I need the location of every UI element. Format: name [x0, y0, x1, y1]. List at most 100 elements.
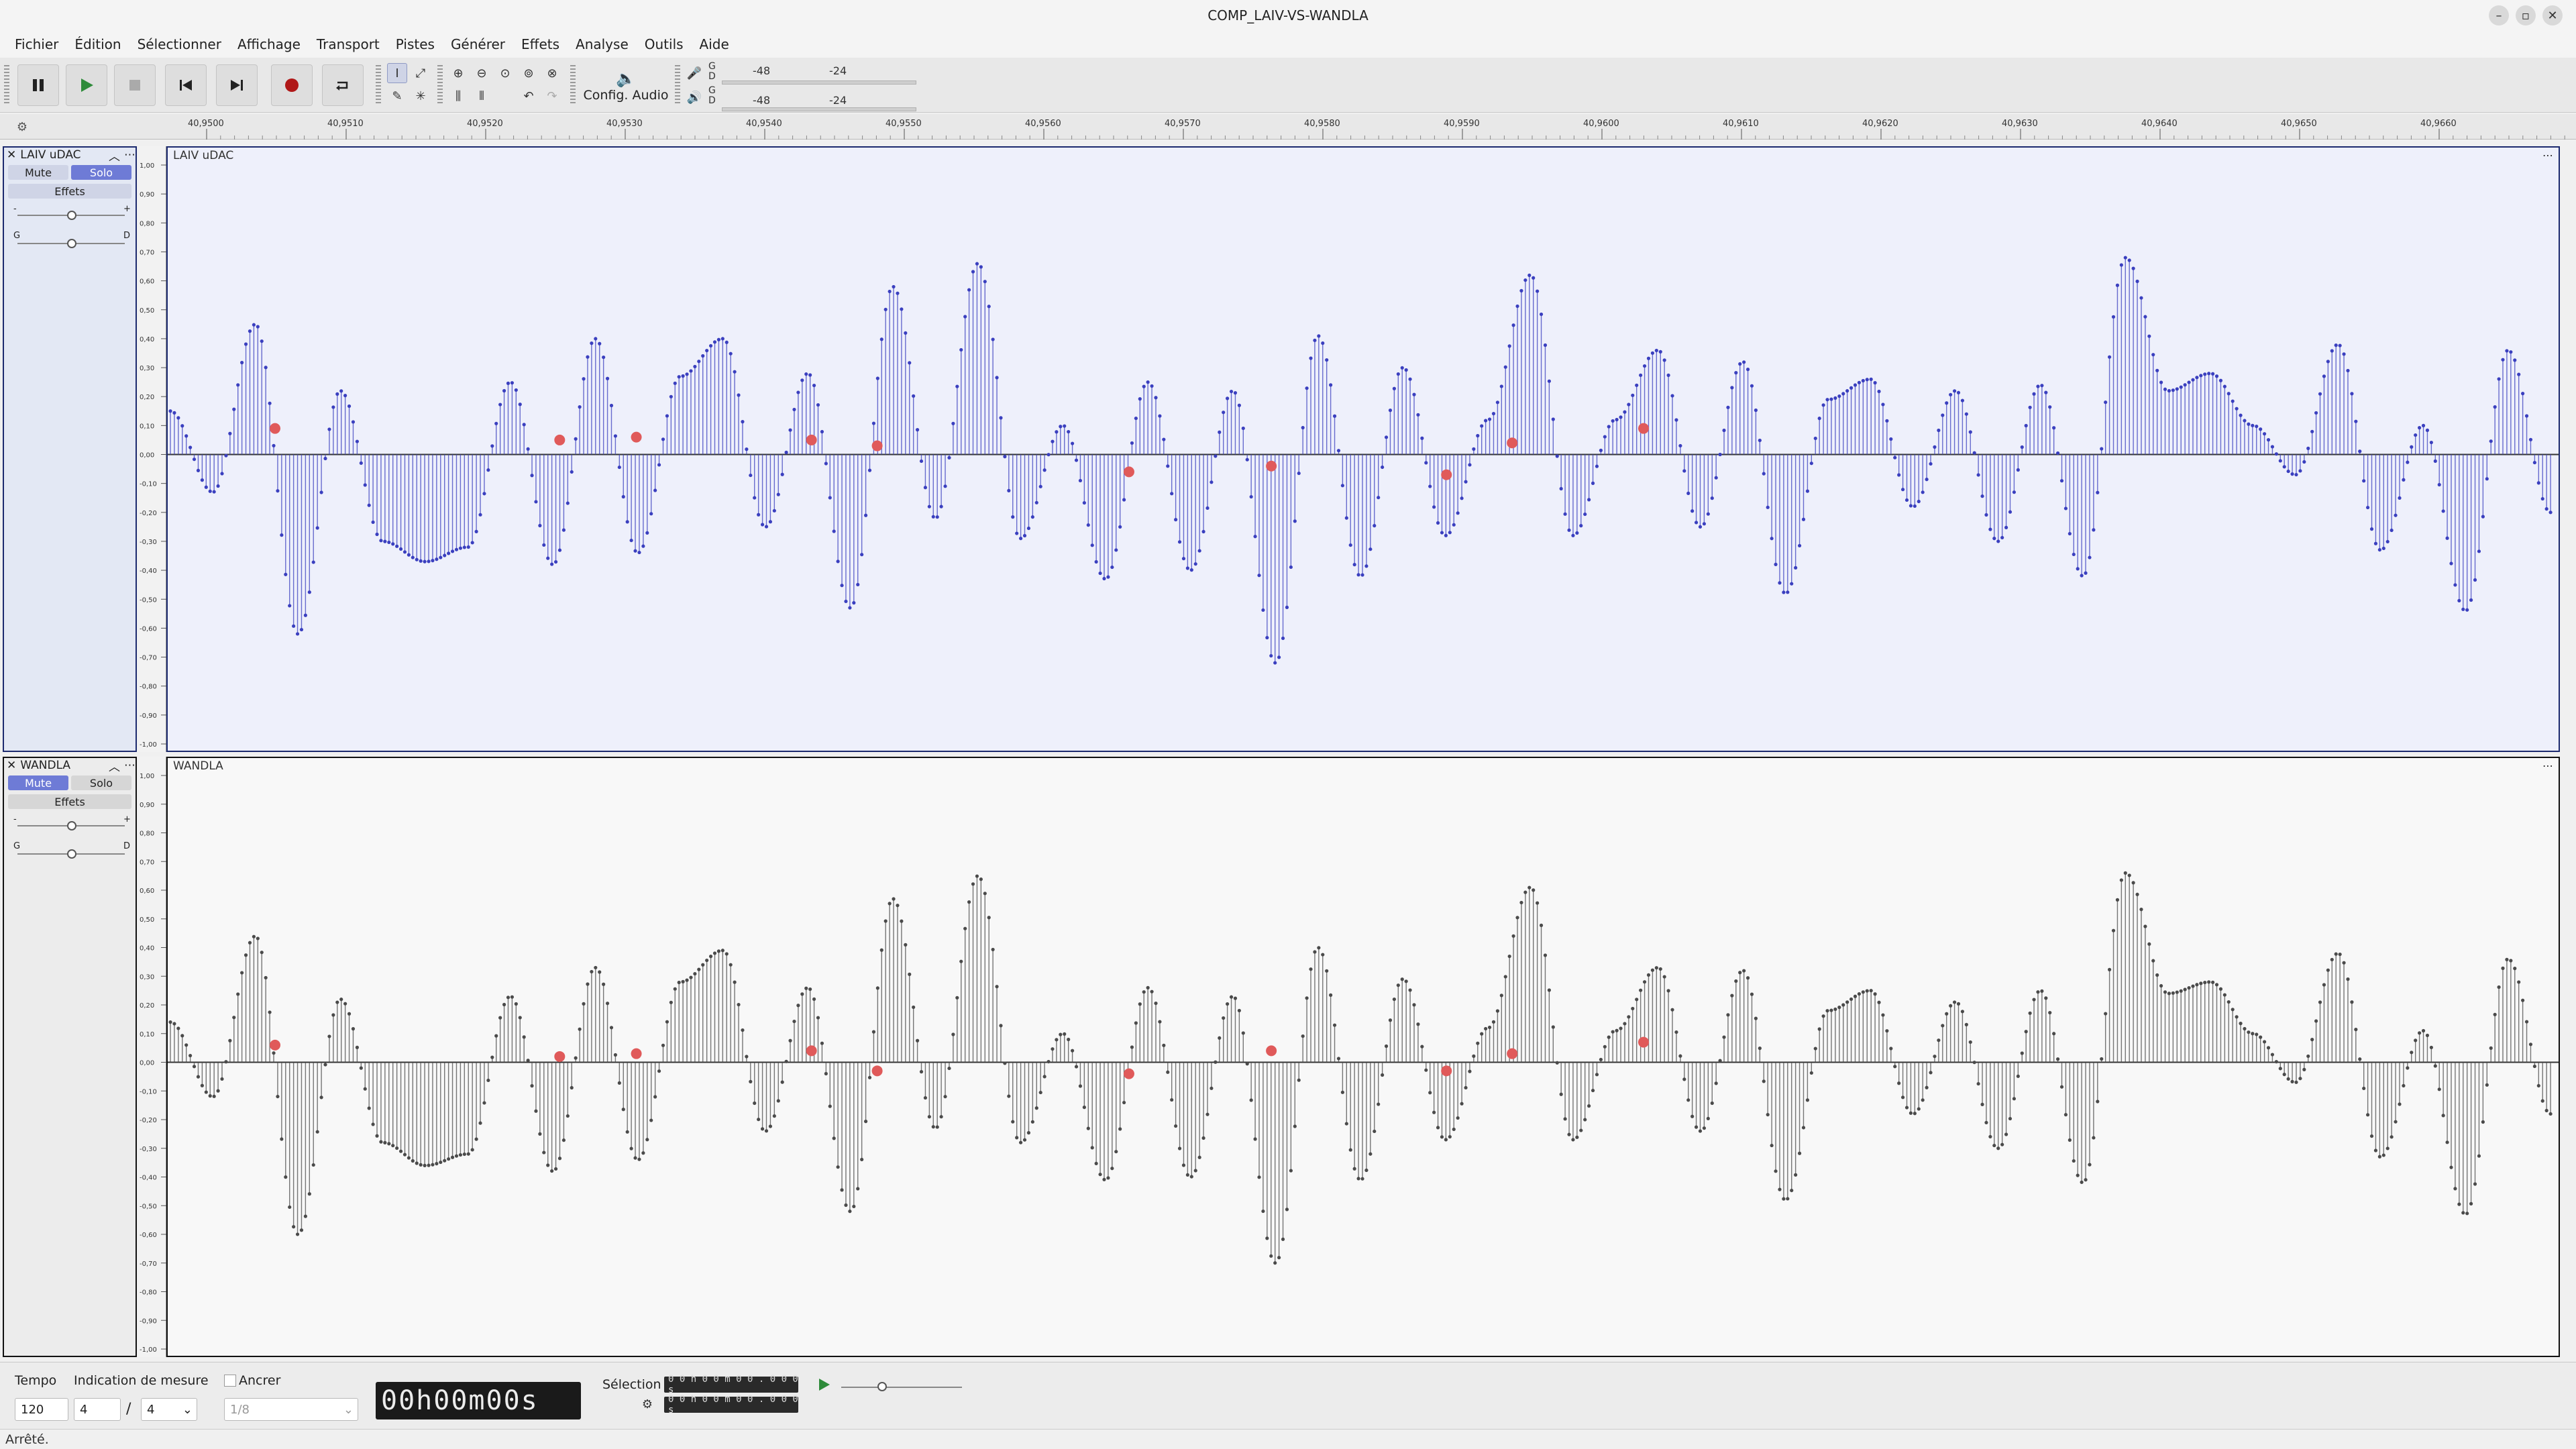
solo-button[interactable]: Solo — [71, 775, 131, 790]
toolbar-grip[interactable] — [4, 65, 9, 105]
play-at-speed-icon[interactable] — [816, 1377, 832, 1393]
selection-start[interactable]: 0 0 h 0 0 m 0 0 . 0 0 0 s — [664, 1374, 798, 1395]
microphone-icon[interactable]: 🎤 — [684, 63, 704, 83]
track-options-icon[interactable]: ⋯ — [2542, 759, 2553, 772]
marker-point[interactable] — [270, 423, 280, 434]
pan-slider-thumb[interactable] — [67, 849, 76, 859]
skip-end-button[interactable] — [216, 64, 258, 106]
marker-point[interactable] — [806, 434, 817, 445]
solo-button[interactable]: Solo — [71, 165, 131, 180]
zoom-in-icon[interactable]: ⊕ — [448, 63, 468, 83]
menu-generer[interactable]: Générer — [443, 36, 513, 52]
pause-button[interactable] — [17, 64, 59, 106]
marker-point[interactable] — [871, 1065, 883, 1077]
menu-aide[interactable]: Aide — [692, 36, 737, 52]
time-display[interactable]: 00h00m00s — [376, 1382, 581, 1419]
marker-point[interactable] — [1507, 1048, 1518, 1059]
track-control-panel[interactable]: ✕ WANDLA ︿ ⋯ Mute Solo Effets - + G D — [3, 757, 137, 1357]
close-icon[interactable]: ✕ — [2542, 5, 2563, 25]
marker-point[interactable] — [806, 1045, 817, 1057]
track-control-panel[interactable]: ✕ LAIV uDAC ︿ ⋯ Mute Solo Effets - + G D — [3, 146, 137, 752]
track-name[interactable]: LAIV uDAC — [20, 148, 105, 162]
redo-icon[interactable]: ↷ — [542, 86, 562, 106]
draw-tool-icon[interactable]: ✎ — [387, 86, 407, 106]
undo-icon[interactable]: ↶ — [519, 86, 539, 106]
config-audio-button[interactable]: 🔈 Config. Audio — [581, 62, 671, 110]
track-options-icon[interactable]: ⋯ — [2542, 149, 2553, 162]
mute-button[interactable]: Mute — [8, 165, 68, 180]
marker-point[interactable] — [871, 440, 883, 451]
zoom-sel-icon[interactable]: ⊙ — [495, 63, 515, 83]
menu-edition[interactable]: Édition — [66, 36, 129, 52]
stop-button[interactable] — [114, 64, 156, 106]
marker-point[interactable] — [631, 431, 642, 443]
marker-point[interactable] — [631, 1048, 642, 1059]
zoom-toggle-icon[interactable]: ⊗ — [542, 63, 562, 83]
marker-point[interactable] — [1123, 1068, 1134, 1079]
envelope-tool-icon[interactable]: ⤢ — [411, 63, 431, 83]
edit-grip[interactable] — [437, 65, 443, 105]
zoom-fit-icon[interactable]: ⊚ — [519, 63, 539, 83]
multi-tool-icon[interactable]: ✳ — [411, 86, 431, 106]
trim-icon[interactable]: ⫼ — [448, 86, 468, 106]
track-menu-icon[interactable]: ⋯ — [124, 759, 136, 772]
marker-point[interactable] — [270, 1039, 280, 1051]
minimize-icon[interactable]: – — [2489, 5, 2509, 25]
playback-speaker-icon[interactable]: 🔊 — [684, 87, 704, 107]
play-speed-thumb[interactable] — [877, 1382, 887, 1391]
loop-button[interactable] — [322, 64, 364, 106]
marker-point[interactable] — [1507, 437, 1518, 449]
effects-button[interactable]: Effets — [8, 184, 131, 199]
marker-point[interactable] — [1123, 466, 1134, 478]
track-close-icon[interactable]: ✕ — [7, 148, 16, 162]
silence-icon[interactable]: ⫴ — [472, 86, 492, 106]
meter-grip[interactable] — [675, 65, 680, 105]
marker-point[interactable] — [1638, 423, 1649, 434]
tempo-input[interactable]: 120 — [15, 1398, 68, 1421]
menu-fichier[interactable]: Fichier — [7, 36, 66, 52]
time-signature-top[interactable]: 4 — [74, 1398, 121, 1421]
selection-end[interactable]: 0 0 h 0 0 m 0 0 . 0 0 0 s — [664, 1394, 798, 1415]
play-button[interactable] — [66, 64, 107, 106]
menu-outils[interactable]: Outils — [637, 36, 692, 52]
snap-select[interactable]: 1/8 ⌄ — [224, 1398, 358, 1421]
waveform-area[interactable]: LAIV uDAC ⋯ — [166, 146, 2560, 752]
effects-button[interactable]: Effets — [8, 794, 131, 809]
waveform-plot[interactable] — [168, 758, 2559, 1356]
marker-point[interactable] — [1266, 460, 1277, 472]
record-meter[interactable] — [722, 80, 916, 85]
marker-point[interactable] — [1266, 1045, 1277, 1057]
track-collapse-icon[interactable]: ︿ — [109, 757, 120, 774]
track-menu-icon[interactable]: ⋯ — [124, 148, 136, 162]
marker-point[interactable] — [1441, 1065, 1452, 1077]
menu-affichage[interactable]: Affichage — [229, 36, 309, 52]
waveform-plot[interactable] — [168, 148, 2559, 751]
gain-slider-thumb[interactable] — [67, 211, 76, 220]
marker-point[interactable] — [554, 434, 566, 445]
marker-point[interactable] — [1638, 1036, 1649, 1048]
selection-tool-icon[interactable]: I — [387, 63, 407, 83]
menu-transport[interactable]: Transport — [309, 36, 388, 52]
waveform-area[interactable]: WANDLA ⋯ — [166, 757, 2560, 1357]
timeline-ruler[interactable]: 40,9500 40,9510 40,9520 40,9530 40,9540 40,95… — [0, 114, 2576, 140]
skip-start-button[interactable] — [165, 64, 207, 106]
playback-meter[interactable] — [722, 107, 916, 111]
marker-point[interactable] — [1441, 469, 1452, 480]
track-name[interactable]: WANDLA — [20, 759, 105, 772]
pan-slider-thumb[interactable] — [67, 239, 76, 248]
time-signature-bottom[interactable]: 4 ⌄ — [141, 1398, 197, 1421]
track-close-icon[interactable]: ✕ — [7, 759, 16, 772]
gain-slider-thumb[interactable] — [67, 821, 76, 830]
zoom-out-icon[interactable]: ⊖ — [472, 63, 492, 83]
track-collapse-icon[interactable]: ︿ — [109, 147, 120, 164]
menu-effets[interactable]: Effets — [513, 36, 568, 52]
timeline-settings-icon[interactable]: ⚙ — [12, 117, 32, 137]
mute-button[interactable]: Mute — [8, 775, 68, 790]
selection-settings-icon[interactable]: ⚙ — [637, 1394, 657, 1414]
snap-checkbox[interactable] — [224, 1375, 236, 1387]
menu-selectionner[interactable]: Sélectionner — [129, 36, 229, 52]
maximize-icon[interactable]: ▫ — [2516, 5, 2536, 25]
menu-pistes[interactable]: Pistes — [388, 36, 443, 52]
menu-analyse[interactable]: Analyse — [568, 36, 637, 52]
tools-grip[interactable] — [376, 65, 381, 105]
